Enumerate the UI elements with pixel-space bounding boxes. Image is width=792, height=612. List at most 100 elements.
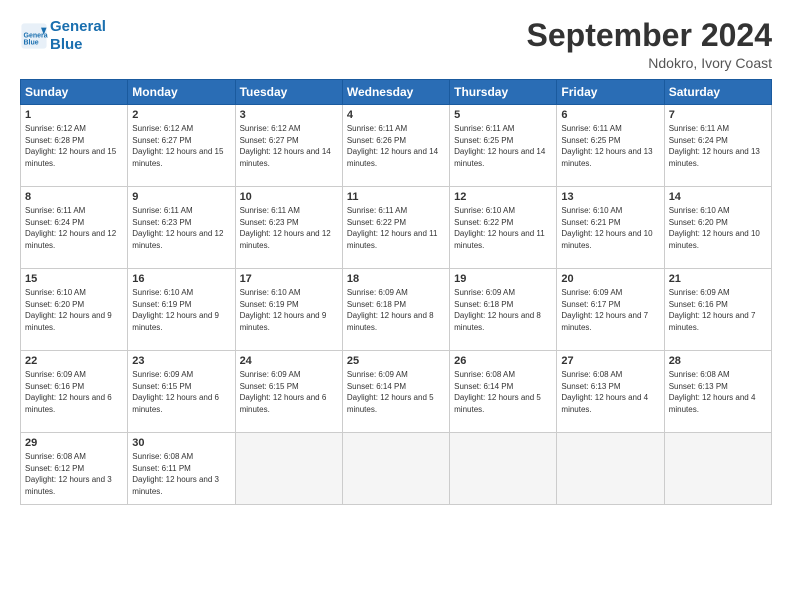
- calendar-day-cell: 24 Sunrise: 6:09 AM Sunset: 6:15 PM Dayl…: [235, 351, 342, 433]
- day-info: Sunrise: 6:09 AM Sunset: 6:15 PM Dayligh…: [240, 369, 338, 415]
- day-number: 7: [669, 109, 767, 121]
- logo-text: GeneralBlue: [50, 18, 106, 54]
- calendar-day-cell: 19 Sunrise: 6:09 AM Sunset: 6:18 PM Dayl…: [450, 269, 557, 351]
- calendar-day-cell: 28 Sunrise: 6:08 AM Sunset: 6:13 PM Dayl…: [664, 351, 771, 433]
- day-info: Sunrise: 6:09 AM Sunset: 6:18 PM Dayligh…: [454, 287, 552, 333]
- day-number: 2: [132, 109, 230, 121]
- calendar-day-cell: 8 Sunrise: 6:11 AM Sunset: 6:24 PM Dayli…: [21, 187, 128, 269]
- calendar-week-row: 8 Sunrise: 6:11 AM Sunset: 6:24 PM Dayli…: [21, 187, 772, 269]
- calendar-day-cell: 30 Sunrise: 6:08 AM Sunset: 6:11 PM Dayl…: [128, 433, 235, 505]
- calendar-day-cell: 4 Sunrise: 6:11 AM Sunset: 6:26 PM Dayli…: [342, 105, 449, 187]
- day-info: Sunrise: 6:10 AM Sunset: 6:19 PM Dayligh…: [132, 287, 230, 333]
- calendar-day-cell: [342, 433, 449, 505]
- calendar-day-cell: [664, 433, 771, 505]
- day-info: Sunrise: 6:08 AM Sunset: 6:14 PM Dayligh…: [454, 369, 552, 415]
- calendar-day-cell: 16 Sunrise: 6:10 AM Sunset: 6:19 PM Dayl…: [128, 269, 235, 351]
- calendar-day-cell: 7 Sunrise: 6:11 AM Sunset: 6:24 PM Dayli…: [664, 105, 771, 187]
- calendar-day-cell: 22 Sunrise: 6:09 AM Sunset: 6:16 PM Dayl…: [21, 351, 128, 433]
- calendar-week-row: 15 Sunrise: 6:10 AM Sunset: 6:20 PM Dayl…: [21, 269, 772, 351]
- calendar-day-cell: 9 Sunrise: 6:11 AM Sunset: 6:23 PM Dayli…: [128, 187, 235, 269]
- day-info: Sunrise: 6:11 AM Sunset: 6:23 PM Dayligh…: [240, 205, 338, 251]
- calendar-day-cell: 5 Sunrise: 6:11 AM Sunset: 6:25 PM Dayli…: [450, 105, 557, 187]
- day-info: Sunrise: 6:10 AM Sunset: 6:22 PM Dayligh…: [454, 205, 552, 251]
- calendar-day-cell: [235, 433, 342, 505]
- calendar-day-cell: 2 Sunrise: 6:12 AM Sunset: 6:27 PM Dayli…: [128, 105, 235, 187]
- calendar-day-header: Saturday: [664, 80, 771, 105]
- title-block: September 2024 Ndokro, Ivory Coast: [527, 18, 772, 71]
- calendar-day-header: Thursday: [450, 80, 557, 105]
- calendar-day-cell: 15 Sunrise: 6:10 AM Sunset: 6:20 PM Dayl…: [21, 269, 128, 351]
- calendar-day-cell: 18 Sunrise: 6:09 AM Sunset: 6:18 PM Dayl…: [342, 269, 449, 351]
- day-info: Sunrise: 6:09 AM Sunset: 6:16 PM Dayligh…: [25, 369, 123, 415]
- calendar-day-cell: 27 Sunrise: 6:08 AM Sunset: 6:13 PM Dayl…: [557, 351, 664, 433]
- day-info: Sunrise: 6:11 AM Sunset: 6:24 PM Dayligh…: [669, 123, 767, 169]
- calendar-day-header: Monday: [128, 80, 235, 105]
- day-number: 28: [669, 355, 767, 367]
- calendar-week-row: 1 Sunrise: 6:12 AM Sunset: 6:28 PM Dayli…: [21, 105, 772, 187]
- day-number: 25: [347, 355, 445, 367]
- day-info: Sunrise: 6:08 AM Sunset: 6:12 PM Dayligh…: [25, 451, 123, 497]
- day-info: Sunrise: 6:10 AM Sunset: 6:20 PM Dayligh…: [669, 205, 767, 251]
- calendar-day-cell: 13 Sunrise: 6:10 AM Sunset: 6:21 PM Dayl…: [557, 187, 664, 269]
- day-number: 5: [454, 109, 552, 121]
- calendar-day-cell: 25 Sunrise: 6:09 AM Sunset: 6:14 PM Dayl…: [342, 351, 449, 433]
- calendar-day-cell: 21 Sunrise: 6:09 AM Sunset: 6:16 PM Dayl…: [664, 269, 771, 351]
- day-info: Sunrise: 6:10 AM Sunset: 6:20 PM Dayligh…: [25, 287, 123, 333]
- header: General Blue GeneralBlue September 2024 …: [20, 18, 772, 71]
- day-info: Sunrise: 6:11 AM Sunset: 6:25 PM Dayligh…: [454, 123, 552, 169]
- calendar-day-cell: 11 Sunrise: 6:11 AM Sunset: 6:22 PM Dayl…: [342, 187, 449, 269]
- day-info: Sunrise: 6:12 AM Sunset: 6:28 PM Dayligh…: [25, 123, 123, 169]
- day-number: 12: [454, 191, 552, 203]
- calendar-day-header: Tuesday: [235, 80, 342, 105]
- calendar-day-cell: [450, 433, 557, 505]
- logo-icon: General Blue: [20, 22, 48, 50]
- day-info: Sunrise: 6:11 AM Sunset: 6:26 PM Dayligh…: [347, 123, 445, 169]
- day-number: 4: [347, 109, 445, 121]
- calendar-day-cell: 1 Sunrise: 6:12 AM Sunset: 6:28 PM Dayli…: [21, 105, 128, 187]
- calendar-table: SundayMondayTuesdayWednesdayThursdayFrid…: [20, 79, 772, 505]
- day-info: Sunrise: 6:09 AM Sunset: 6:15 PM Dayligh…: [132, 369, 230, 415]
- calendar-day-cell: 10 Sunrise: 6:11 AM Sunset: 6:23 PM Dayl…: [235, 187, 342, 269]
- calendar-day-header: Wednesday: [342, 80, 449, 105]
- calendar-day-header: Sunday: [21, 80, 128, 105]
- day-info: Sunrise: 6:09 AM Sunset: 6:14 PM Dayligh…: [347, 369, 445, 415]
- day-info: Sunrise: 6:11 AM Sunset: 6:22 PM Dayligh…: [347, 205, 445, 251]
- day-info: Sunrise: 6:12 AM Sunset: 6:27 PM Dayligh…: [132, 123, 230, 169]
- day-number: 15: [25, 273, 123, 285]
- page: General Blue GeneralBlue September 2024 …: [0, 0, 792, 612]
- calendar-week-row: 22 Sunrise: 6:09 AM Sunset: 6:16 PM Dayl…: [21, 351, 772, 433]
- calendar-header-row: SundayMondayTuesdayWednesdayThursdayFrid…: [21, 80, 772, 105]
- calendar-day-cell: 26 Sunrise: 6:08 AM Sunset: 6:14 PM Dayl…: [450, 351, 557, 433]
- calendar-day-header: Friday: [557, 80, 664, 105]
- calendar-day-cell: 14 Sunrise: 6:10 AM Sunset: 6:20 PM Dayl…: [664, 187, 771, 269]
- day-info: Sunrise: 6:09 AM Sunset: 6:18 PM Dayligh…: [347, 287, 445, 333]
- day-number: 16: [132, 273, 230, 285]
- day-number: 19: [454, 273, 552, 285]
- day-number: 20: [561, 273, 659, 285]
- day-info: Sunrise: 6:12 AM Sunset: 6:27 PM Dayligh…: [240, 123, 338, 169]
- calendar-day-cell: 12 Sunrise: 6:10 AM Sunset: 6:22 PM Dayl…: [450, 187, 557, 269]
- day-number: 8: [25, 191, 123, 203]
- day-info: Sunrise: 6:11 AM Sunset: 6:24 PM Dayligh…: [25, 205, 123, 251]
- day-number: 18: [347, 273, 445, 285]
- day-info: Sunrise: 6:08 AM Sunset: 6:13 PM Dayligh…: [561, 369, 659, 415]
- svg-text:Blue: Blue: [24, 39, 39, 46]
- day-number: 27: [561, 355, 659, 367]
- day-number: 14: [669, 191, 767, 203]
- calendar-day-cell: 23 Sunrise: 6:09 AM Sunset: 6:15 PM Dayl…: [128, 351, 235, 433]
- day-info: Sunrise: 6:08 AM Sunset: 6:13 PM Dayligh…: [669, 369, 767, 415]
- day-info: Sunrise: 6:09 AM Sunset: 6:17 PM Dayligh…: [561, 287, 659, 333]
- month-title: September 2024: [527, 18, 772, 53]
- day-number: 26: [454, 355, 552, 367]
- calendar-day-cell: 17 Sunrise: 6:10 AM Sunset: 6:19 PM Dayl…: [235, 269, 342, 351]
- day-number: 30: [132, 437, 230, 449]
- day-number: 24: [240, 355, 338, 367]
- day-number: 21: [669, 273, 767, 285]
- day-info: Sunrise: 6:11 AM Sunset: 6:23 PM Dayligh…: [132, 205, 230, 251]
- day-number: 11: [347, 191, 445, 203]
- calendar-day-cell: 29 Sunrise: 6:08 AM Sunset: 6:12 PM Dayl…: [21, 433, 128, 505]
- logo: General Blue GeneralBlue: [20, 18, 106, 54]
- day-number: 3: [240, 109, 338, 121]
- calendar-day-cell: 3 Sunrise: 6:12 AM Sunset: 6:27 PM Dayli…: [235, 105, 342, 187]
- calendar-day-cell: [557, 433, 664, 505]
